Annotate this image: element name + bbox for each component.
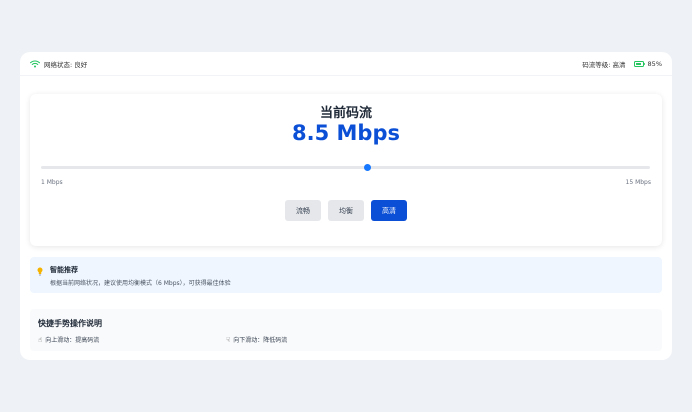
network-status-label: 网络状态: 良好 xyxy=(44,60,88,69)
wifi-icon xyxy=(30,60,40,67)
battery-icon xyxy=(633,60,646,67)
bitrate-card: 当前码流 8.5 Mbps 1 Mbps 15 Mbps 流畅 均衡 高清 xyxy=(30,94,662,246)
slider-min-label: 1 Mbps xyxy=(41,179,63,186)
swipe-down-icon: ☟ xyxy=(226,335,231,344)
gesture-guide-title: 快捷手势操作说明 xyxy=(38,319,102,328)
app-window: 网络状态: 良好 码流等级: 高清 85% 当前码流 8.5 Mbps 1 Mb… xyxy=(20,52,672,360)
mode-buttons: 流畅 均衡 高清 xyxy=(30,200,662,221)
quality-battery: 码流等级: 高清 85% xyxy=(582,59,662,69)
device-frame: 网络状态: 良好 码流等级: 高清 85% 当前码流 8.5 Mbps 1 Mb… xyxy=(0,0,692,412)
gesture-swipe-down-label: 向下滑动：降低码流 xyxy=(233,337,288,344)
gesture-swipe-down: ☟ 向下滑动：降低码流 xyxy=(226,335,288,345)
gesture-guide: 快捷手势操作说明 ☝ 向上滑动：提高码流 ☟ 向下滑动：降低码流 xyxy=(30,309,662,351)
battery-percent: 85% xyxy=(647,59,662,68)
smart-recommendation: 智能推荐 根据当前网络状况，建议使用均衡模式（6 Mbps），可获得最佳体验 xyxy=(30,257,662,293)
status-bar: 网络状态: 良好 码流等级: 高清 85% xyxy=(20,52,672,76)
bitrate-title: 当前码流 xyxy=(319,106,372,121)
slider-thumb[interactable] xyxy=(363,164,371,171)
bitrate-slider[interactable] xyxy=(41,164,650,171)
recommendation-text: 根据当前网络状况，建议使用均衡模式（6 Mbps），可获得最佳体验 xyxy=(50,280,231,287)
mode-balanced-button[interactable]: 均衡 xyxy=(328,200,364,221)
gesture-swipe-up-label: 向上滑动：提高码流 xyxy=(45,337,100,344)
quality-level-label: 码流等级: 高清 xyxy=(582,60,626,69)
lightbulb-icon xyxy=(37,267,43,276)
swipe-up-icon: ☝ xyxy=(38,335,43,344)
slider-max-label: 15 Mbps xyxy=(625,179,651,186)
mode-smooth-button[interactable]: 流畅 xyxy=(285,200,321,221)
bitrate-value: 8.5 Mbps xyxy=(292,121,400,145)
mode-hd-button[interactable]: 高清 xyxy=(371,200,407,221)
slider-track[interactable] xyxy=(41,166,650,169)
network-status: 网络状态: 良好 xyxy=(30,59,87,69)
gesture-swipe-up: ☝ 向上滑动：提高码流 xyxy=(38,335,100,345)
recommendation-title: 智能推荐 xyxy=(50,266,78,274)
